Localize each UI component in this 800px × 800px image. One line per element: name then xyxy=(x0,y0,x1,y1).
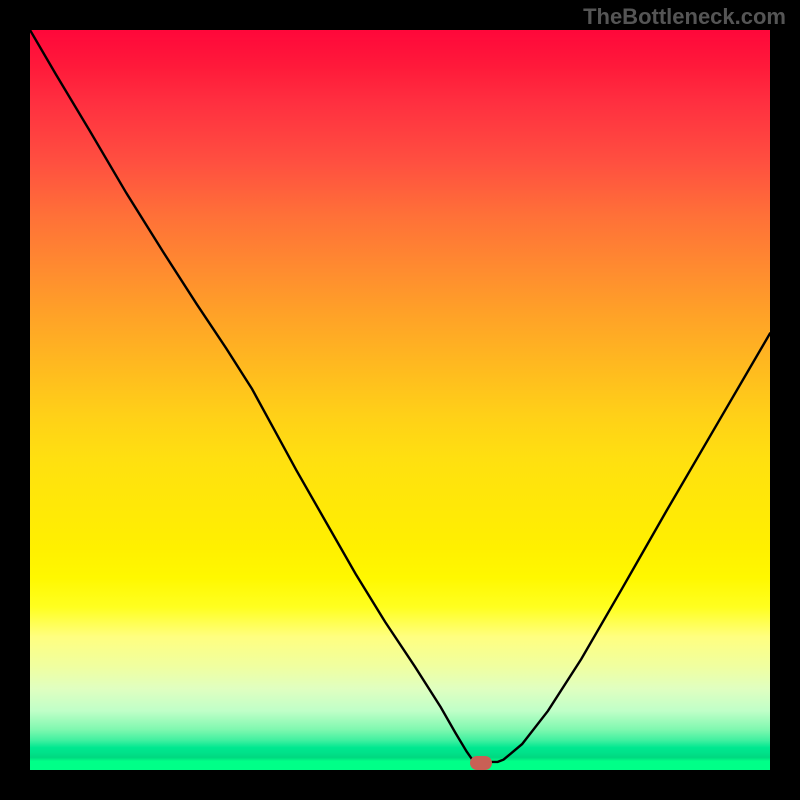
plot-area xyxy=(30,30,770,770)
bottleneck-curve xyxy=(30,30,770,770)
curve-path xyxy=(30,30,770,762)
optimal-point-marker xyxy=(470,756,492,770)
watermark-text: TheBottleneck.com xyxy=(583,4,786,30)
